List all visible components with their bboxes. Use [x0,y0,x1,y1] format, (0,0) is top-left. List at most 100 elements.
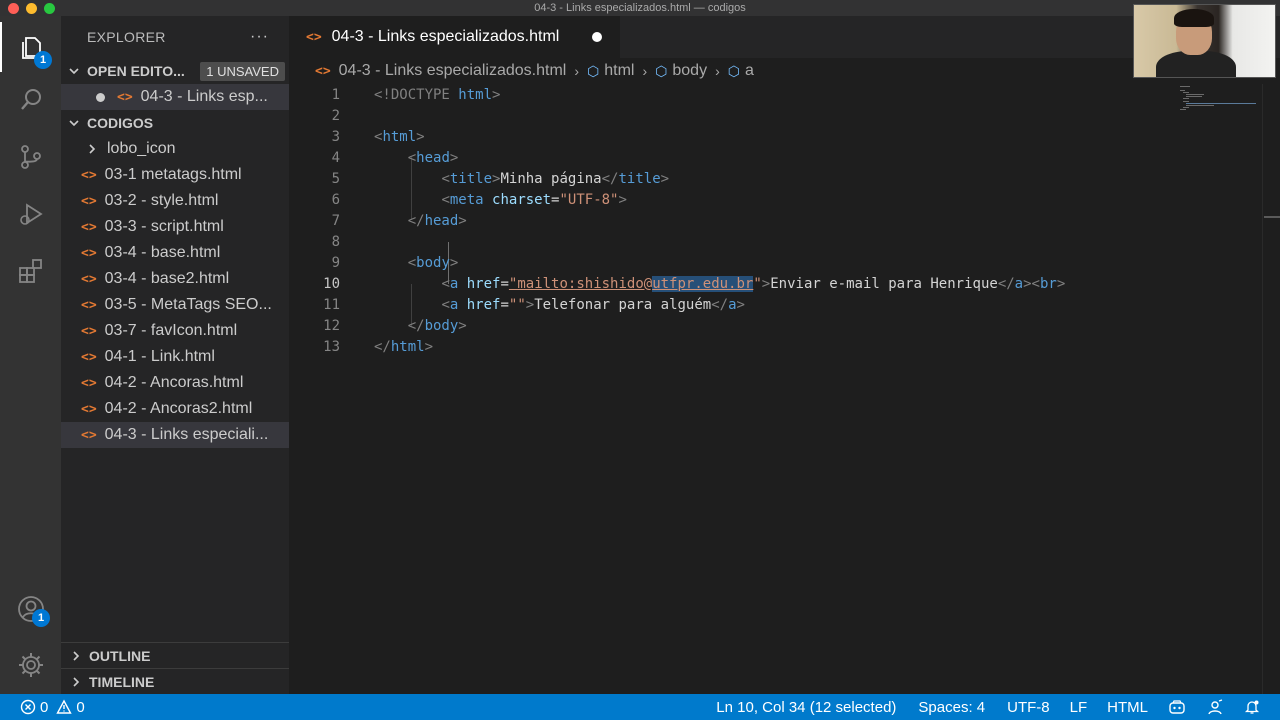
file-item[interactable]: <> 03-2 - style.html [61,188,289,214]
breadcrumb-body[interactable]: body [672,62,707,80]
encoding[interactable]: UTF-8 [995,699,1060,716]
file-label: 03-1 metatags.html [104,166,242,183]
open-editors-section[interactable]: OPEN EDITO... 1 UNSAVED [61,58,289,84]
timeline-section[interactable]: TIMELINE [61,668,289,695]
notifications-status[interactable] [1234,699,1280,715]
source-control-icon [20,145,41,169]
more-actions-icon[interactable]: ··· [250,28,269,46]
code-token: Telefonar para alguém [534,296,712,313]
unsaved-dot-icon[interactable] [96,92,105,102]
run-debug-icon [19,203,43,225]
explorer-header: EXPLORER ··· [61,16,289,58]
code-editor[interactable]: 1 <!DOCTYPE html> 2 3 <html> 4 <head> 5 … [290,84,1262,694]
code-token: html [458,86,493,103]
language-mode[interactable]: HTML [1097,699,1158,716]
code-line: 2 [290,105,1262,126]
line-number: 10 [323,275,340,292]
indentation[interactable]: Spaces: 4 [906,699,995,716]
file-item[interactable]: <> 04-3 - Links especiali... [61,422,289,448]
open-editor-label: 04-3 - Links esp... [140,88,268,105]
line-ending[interactable]: LF [1060,699,1098,716]
html-file-icon: <> [81,167,97,183]
file-item[interactable]: <> 03-4 - base.html [61,240,289,266]
html-file-icon: <> [81,245,97,261]
timeline-label: TIMELINE [89,674,155,690]
explorer-title: EXPLORER [87,29,166,45]
breadcrumb-html[interactable]: html [604,62,634,80]
outline-section[interactable]: OUTLINE [61,642,289,669]
title-bar: 04-3 - Links especializados.html — codig… [0,0,1280,16]
code-token: href [466,275,501,292]
file-list: <> 03-1 metatags.html <> 03-2 - style.html <… [61,162,289,448]
line-number: 12 [323,317,340,334]
line-number: 11 [323,296,340,313]
file-item[interactable]: <> 04-1 - Link.html [61,344,289,370]
vertical-scrollbar[interactable] [1262,84,1280,694]
search-activity[interactable] [0,75,61,125]
manage-activity[interactable] [0,640,61,690]
code-line: 7 </head> [290,210,1262,231]
code-token: "UTF-8" [559,191,619,208]
code-token: Minha página [500,170,602,187]
file-item[interactable]: <> 04-2 - Ancoras2.html [61,396,289,422]
html-file-icon: <> [81,297,97,313]
cube-icon: ⬡ [587,62,600,79]
activity-bar: 1 1 [0,16,61,694]
chevron-down-icon [69,68,79,75]
file-item[interactable]: <> 03-3 - script.html [61,214,289,240]
subfolder-label: lobo_icon [107,140,176,157]
html-file-icon: <> [81,375,97,391]
breadcrumb: <> 04-3 - Links especializados.html › ⬡ … [290,58,1280,84]
html-file-icon: <> [81,349,97,365]
codigos-folder-section[interactable]: CODIGOS [61,110,289,136]
explorer-sidebar: EXPLORER ··· OPEN EDITO... 1 UNSAVED <> … [61,16,289,694]
code-token: charset [492,191,552,208]
file-label: 04-2 - Ancoras.html [104,374,244,391]
file-item[interactable]: <> 03-1 metatags.html [61,162,289,188]
search-icon [20,89,41,110]
code-line: 5 <title>Minha página</title> [290,168,1262,189]
close-window-button[interactable] [8,3,19,14]
unsaved-dot-icon[interactable] [592,32,602,42]
file-item[interactable]: <> 03-5 - MetaTags SEO... [61,292,289,318]
status-bar: 0 0 Ln 10, Col 34 (12 selected) Spaces: … [0,694,1280,720]
html-file-icon: <> [81,427,97,443]
unsaved-badge: 1 UNSAVED [200,61,285,81]
bell-icon [1244,700,1260,714]
html-file-icon: <> [81,193,97,209]
subfolder-item[interactable]: lobo_icon [61,136,289,162]
line-number: 4 [331,149,340,166]
extensions-activity[interactable] [0,246,61,296]
minimize-window-button[interactable] [26,3,37,14]
selected-text: utfpr.edu.br [652,275,754,292]
chevron-right-icon: › [642,63,648,79]
file-label: 03-3 - script.html [104,218,224,235]
accounts-activity[interactable]: 1 [0,584,61,634]
tab-active-file[interactable]: <> 04-3 - Links especializados.html [290,16,620,58]
open-editor-item[interactable]: <> 04-3 - Links esp... [61,84,289,110]
line-number: 8 [331,233,340,250]
explorer-activity[interactable]: 1 [0,22,61,72]
zoom-window-button[interactable] [44,3,55,14]
run-debug-activity[interactable] [0,189,61,239]
folder-label: CODIGOS [87,115,154,131]
scrollbar-thumb[interactable] [1264,216,1280,218]
file-item[interactable]: <> 03-7 - favIcon.html [61,318,289,344]
breadcrumb-file[interactable]: 04-3 - Links especializados.html [339,62,567,80]
copilot-icon [1169,700,1185,714]
code-line: 13 </html> [290,336,1262,357]
copilot-status[interactable] [1158,699,1196,715]
file-item[interactable]: <> 04-2 - Ancoras.html [61,370,289,396]
file-item[interactable]: <> 03-4 - base2.html [61,266,289,292]
code-line: 1 <!DOCTYPE html> [290,84,1262,105]
editor-tabs: <> 04-3 - Links especializados.html [290,16,1280,58]
minimap[interactable] [1178,84,1262,114]
html-file-icon: <> [81,219,97,235]
feedback-status[interactable] [1196,699,1234,715]
source-control-activity[interactable] [0,132,61,182]
file-label: 03-5 - MetaTags SEO... [104,296,272,313]
problems-indicator[interactable]: 0 0 [0,699,95,716]
feedback-icon [1208,699,1223,715]
breadcrumb-a[interactable]: a [745,62,754,80]
cursor-position[interactable]: Ln 10, Col 34 (12 selected) [706,699,906,716]
